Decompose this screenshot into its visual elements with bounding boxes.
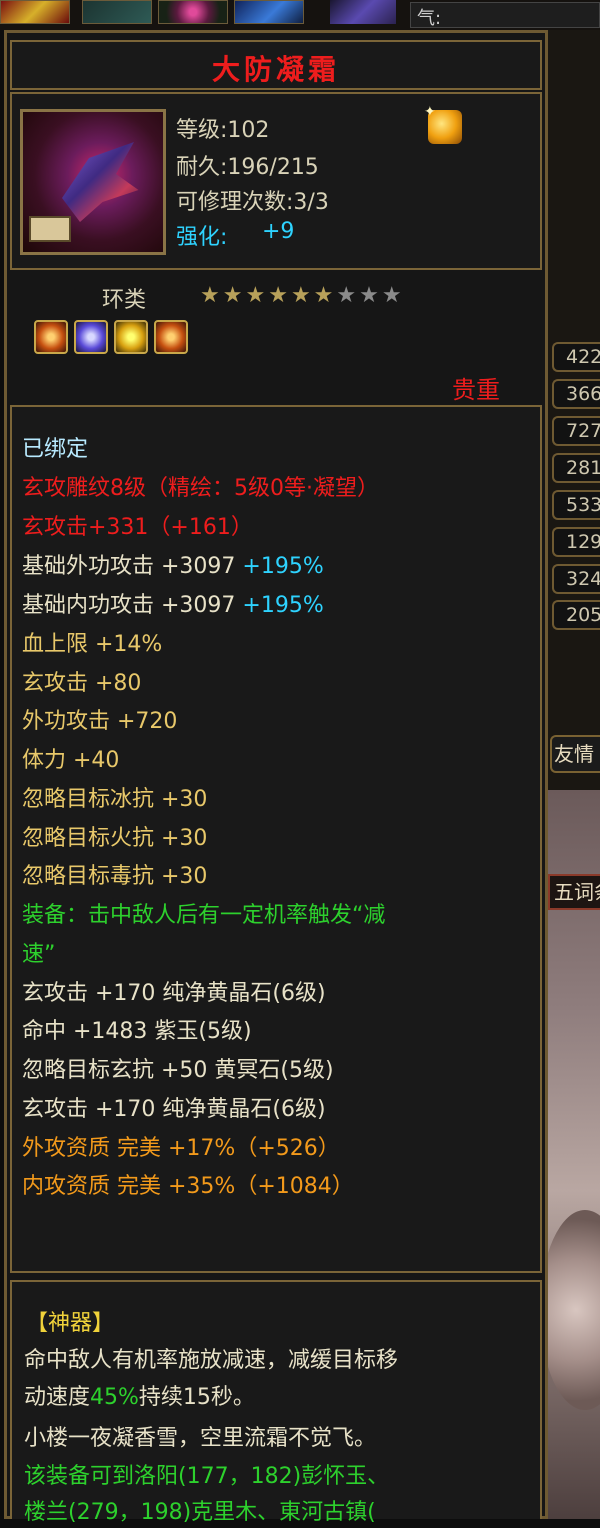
right-stat-value: 533 (552, 490, 600, 520)
xuan-attack-main: 玄攻击+331（+161） (22, 515, 253, 540)
five-affix-button[interactable]: 五词条 (548, 874, 600, 910)
skill-slot-3-icon[interactable] (158, 0, 228, 24)
item-rarity: 贵重 (452, 376, 500, 404)
stat-line: 忽略目标毒抗 +30 (22, 864, 208, 889)
qi-field: 气: (410, 2, 600, 29)
star-filled-icon: ★ (200, 283, 220, 308)
right-stat-value: 727 (552, 416, 600, 446)
right-stat-value: 366 (552, 379, 600, 409)
right-stat-value: 422 (552, 342, 600, 372)
artifact-source-line-2: 楼兰(279，198)克里木、東河古镇( (24, 1500, 376, 1525)
right-stat-value: 324 (552, 564, 600, 594)
item-durability: 耐久:196/215 (176, 155, 319, 180)
yellow-gem-icon (114, 320, 148, 354)
skill-slot-5-icon[interactable] (330, 0, 396, 24)
star-empty-icon: ★ (336, 283, 357, 308)
base-internal-attack: 基础内功攻击 +3097 +195% (22, 591, 324, 621)
gem-socket-row (34, 320, 188, 354)
star-filled-icon: ★ (268, 283, 288, 308)
artifact-source-line-1: 该装备可到洛阳(177，182)彭怀玉、 (24, 1464, 390, 1489)
right-stat-value: 129 (552, 527, 600, 557)
orange-gem-icon (34, 320, 68, 354)
right-stat-value: 281 (552, 453, 600, 483)
artifact-desc-text: 持续15秒。 (138, 1385, 255, 1410)
gem-stat-line: 忽略目标玄抗 +50 黄冥石(5级) (22, 1058, 334, 1083)
stat-line: 忽略目标火抗 +30 (22, 826, 208, 851)
base-internal-attack-pct: +195% (242, 593, 324, 618)
base-internal-attack-value: 基础内功攻击 +3097 (22, 593, 236, 618)
base-external-attack-value: 基础外功攻击 +3097 (22, 554, 236, 579)
stat-line: 外功攻击 +720 (22, 709, 178, 734)
equip-effect-line-1: 装备：击中敌人后有一定机率触发“减 (22, 903, 386, 928)
bound-status: 已绑定 (22, 437, 89, 462)
equip-effect-line-2: 速” (22, 942, 56, 967)
item-repair-count: 可修理次数:3/3 (176, 190, 329, 215)
stat-line: 忽略目标冰抗 +30 (22, 787, 208, 812)
external-aptitude: 外攻资质 完美 +17%（+526） (22, 1136, 340, 1161)
gem-stat-line: 玄攻击 +170 纯净黄晶石(6级) (22, 981, 326, 1006)
skill-slot-4-icon[interactable] (234, 0, 304, 24)
enhance-value: +9 (262, 219, 295, 244)
star-empty-icon: ★ (359, 283, 379, 308)
stat-line: 血上限 +14% (22, 632, 163, 657)
artifact-desc-text: 动速度 (24, 1385, 91, 1410)
item-art (62, 142, 139, 222)
base-external-attack: 基础外功攻击 +3097 +195% (22, 552, 324, 582)
artifact-desc-line-1: 命中敌人有机率施放减速，减缓目标移 (24, 1348, 399, 1373)
orange-gem-icon (154, 320, 188, 354)
item-title-box: 大防凝霜 (10, 40, 542, 90)
artifact-title: 【神器】 (26, 1311, 115, 1336)
star-empty-icon: ★ (381, 283, 402, 308)
star-filled-icon: ★ (290, 283, 311, 308)
star-filled-icon: ★ (245, 283, 266, 308)
gem-stat-line: 命中 +1483 紫玉(5级) (22, 1019, 252, 1044)
skill-slot-1-icon[interactable] (0, 0, 70, 24)
skill-slot-2-icon[interactable] (82, 0, 152, 24)
right-side-panel (548, 30, 600, 790)
star-filled-icon: ★ (313, 283, 334, 308)
star-rating: ★ ★ ★ ★ ★ ★ ★ ★ ★ (200, 285, 402, 307)
base-external-attack-pct: +195% (242, 554, 324, 579)
right-stat-value: 205 (552, 600, 600, 630)
skill-bar: 气: (0, 0, 600, 30)
artifact-poem: 小楼一夜凝香雪，空里流霜不觉飞。 (24, 1426, 377, 1451)
gem-stat-line: 玄攻击 +170 纯净黄晶石(6级) (22, 1097, 326, 1122)
qi-label: 气: (417, 8, 442, 29)
item-ring-icon (20, 109, 166, 255)
gold-sparkle-icon: ✦ (424, 104, 462, 144)
engrave-line: 玄攻雕纹8级（精绘：5级0等·凝望） (22, 476, 379, 501)
slow-percent: 45% (90, 1385, 139, 1410)
item-name: 大防凝霜 (211, 53, 340, 86)
stat-line: 玄攻击 +80 (22, 671, 142, 696)
friendship-button[interactable]: 友情 (550, 735, 600, 773)
item-level: 等级:102 (176, 118, 270, 143)
star-filled-icon: ★ (222, 283, 243, 308)
bound-seal-icon (29, 216, 71, 242)
item-type: 环类 (102, 288, 147, 313)
stat-line: 体力 +40 (22, 748, 120, 773)
enhance-label: 强化: (176, 225, 228, 250)
internal-aptitude: 内攻资质 完美 +35%（+1084） (22, 1174, 354, 1199)
violet-gem-icon (74, 320, 108, 354)
artifact-desc-line-2: 动速度45%持续15秒。 (24, 1383, 255, 1413)
